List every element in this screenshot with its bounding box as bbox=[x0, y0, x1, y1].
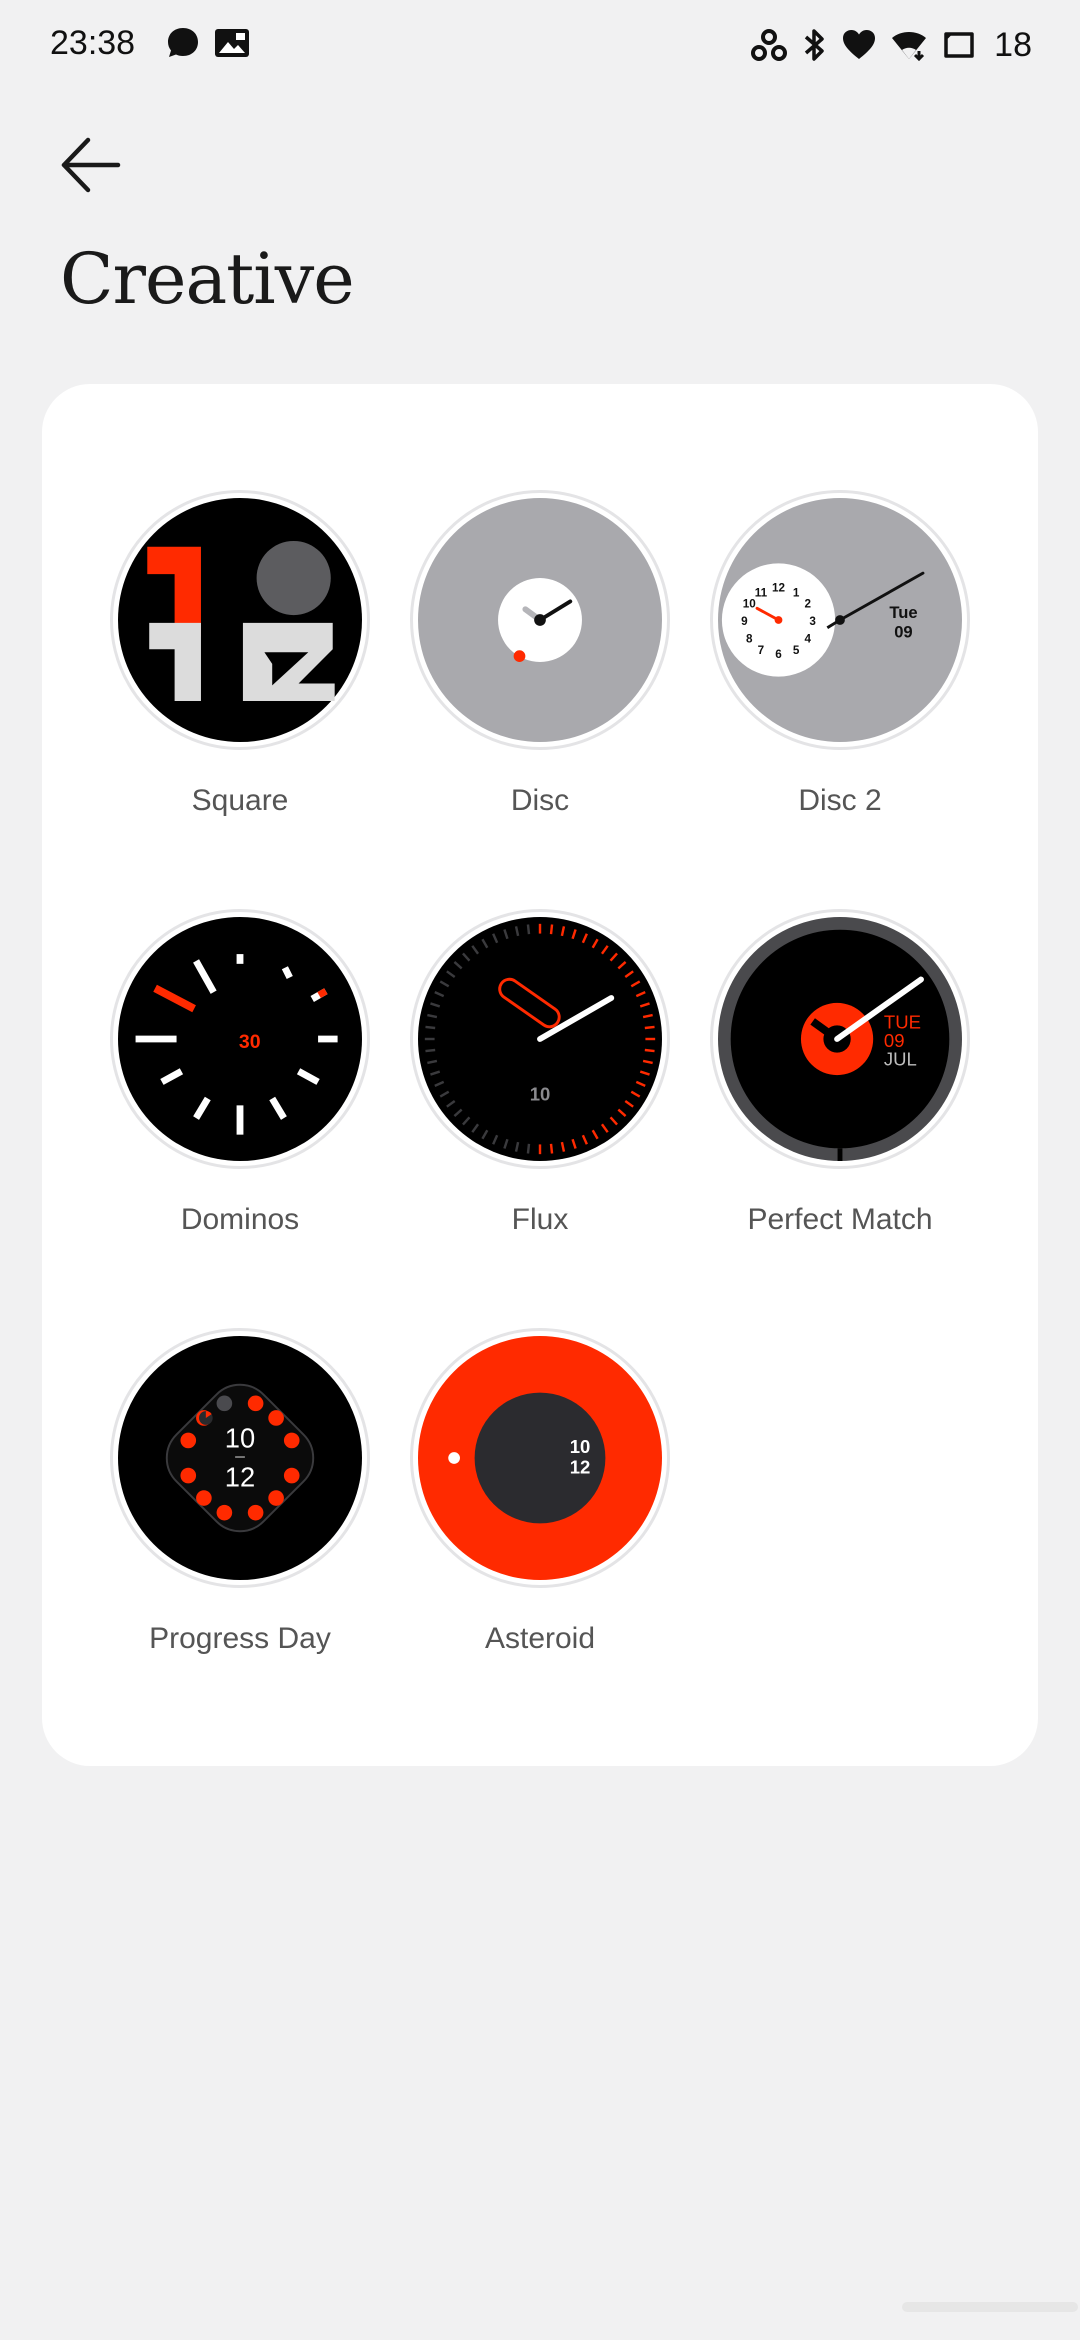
dial-number: 6 bbox=[775, 648, 782, 661]
hour-label: 10 bbox=[225, 1422, 255, 1453]
day-label: Tue bbox=[889, 603, 917, 622]
month-label: JUL bbox=[884, 1048, 917, 1069]
face-label: Square bbox=[191, 784, 289, 817]
dial-number: 12 bbox=[772, 582, 786, 595]
heart-icon bbox=[842, 29, 876, 61]
dial-number: 5 bbox=[793, 644, 800, 657]
flux-face-preview: 10 bbox=[410, 909, 670, 1169]
face-label: Disc 2 bbox=[798, 784, 882, 817]
back-button[interactable] bbox=[58, 132, 124, 198]
dial-number: 3 bbox=[809, 615, 816, 628]
disc-2-face-preview: 12 1 2 3 4 5 6 7 8 9 10 11 Tue 09 bbox=[710, 490, 970, 750]
perfect-match-face-preview: TUE 09 JUL bbox=[710, 909, 970, 1169]
face-label: Dominos bbox=[180, 1203, 300, 1236]
dial-tick bbox=[549, 1143, 554, 1154]
dial-number: 4 bbox=[805, 632, 812, 645]
dial-number: 7 bbox=[758, 644, 765, 657]
square-face-preview bbox=[110, 490, 370, 750]
gallery-icon bbox=[214, 26, 250, 65]
minute-label: 12 bbox=[570, 1457, 591, 1478]
watch-face-progress-day[interactable]: 10 12 Progress Day bbox=[90, 1328, 390, 1656]
dial-tick bbox=[526, 1143, 531, 1154]
dial-tick bbox=[549, 924, 554, 935]
dial-tick bbox=[644, 1048, 655, 1053]
status-bar: 23:38 18 bbox=[0, 0, 1080, 92]
chat-bubble-icon bbox=[166, 26, 200, 65]
dial-tick bbox=[526, 924, 531, 935]
navigation-handle[interactable] bbox=[902, 2302, 1078, 2312]
screen-icon bbox=[942, 30, 976, 60]
asteroid-face-preview: 10 12 bbox=[410, 1328, 670, 1588]
battery-level: 18 bbox=[994, 25, 1032, 64]
face-label: Perfect Match bbox=[747, 1203, 933, 1236]
disc-face-preview bbox=[410, 490, 670, 750]
watch-face-dominos[interactable]: 30 Dominos bbox=[90, 909, 390, 1237]
watch-face-grid: Square Disc 12 1 2 3 4 5 6 7 8 9 10 11 T… bbox=[42, 384, 1038, 1766]
dial-number: 11 bbox=[755, 587, 768, 600]
date-label: 09 bbox=[894, 623, 912, 642]
face-label: Progress Day bbox=[149, 1622, 331, 1655]
face-label: Asteroid bbox=[484, 1622, 596, 1655]
hour-label: 10 bbox=[570, 1436, 591, 1457]
watch-face-square[interactable]: Square bbox=[90, 490, 390, 818]
dominos-face-preview: 30 bbox=[110, 909, 370, 1169]
watch-face-disc-2[interactable]: 12 1 2 3 4 5 6 7 8 9 10 11 Tue 09 Disc 2 bbox=[690, 490, 990, 818]
face-label: Disc bbox=[510, 784, 570, 817]
link-icon bbox=[750, 28, 788, 62]
dial-number: 1 bbox=[793, 587, 800, 600]
dial-tick bbox=[425, 1025, 436, 1030]
seconds-label: 30 bbox=[239, 1031, 261, 1053]
dial-number: 2 bbox=[805, 597, 812, 610]
date-label: 10 bbox=[530, 1083, 551, 1104]
minute-label: 12 bbox=[225, 1461, 255, 1492]
dial-number: 9 bbox=[741, 615, 748, 628]
dial-number: 8 bbox=[746, 632, 753, 645]
wifi-icon bbox=[890, 29, 928, 61]
watch-face-asteroid[interactable]: 10 12 Asteroid bbox=[390, 1328, 690, 1656]
dial-tick bbox=[644, 1025, 655, 1030]
bluetooth-icon bbox=[802, 27, 828, 63]
progress-day-face-preview: 10 12 bbox=[110, 1328, 370, 1588]
watch-face-flux[interactable]: 10 Flux bbox=[390, 909, 690, 1237]
watch-face-disc[interactable]: Disc bbox=[390, 490, 690, 818]
arrow-left-icon bbox=[58, 137, 124, 202]
page-title: Creative bbox=[60, 238, 355, 320]
status-time: 23:38 bbox=[50, 24, 136, 62]
watch-face-perfect-match[interactable]: TUE 09 JUL Perfect Match bbox=[690, 909, 990, 1237]
face-label: Flux bbox=[511, 1203, 569, 1236]
dial-tick bbox=[425, 1048, 436, 1053]
